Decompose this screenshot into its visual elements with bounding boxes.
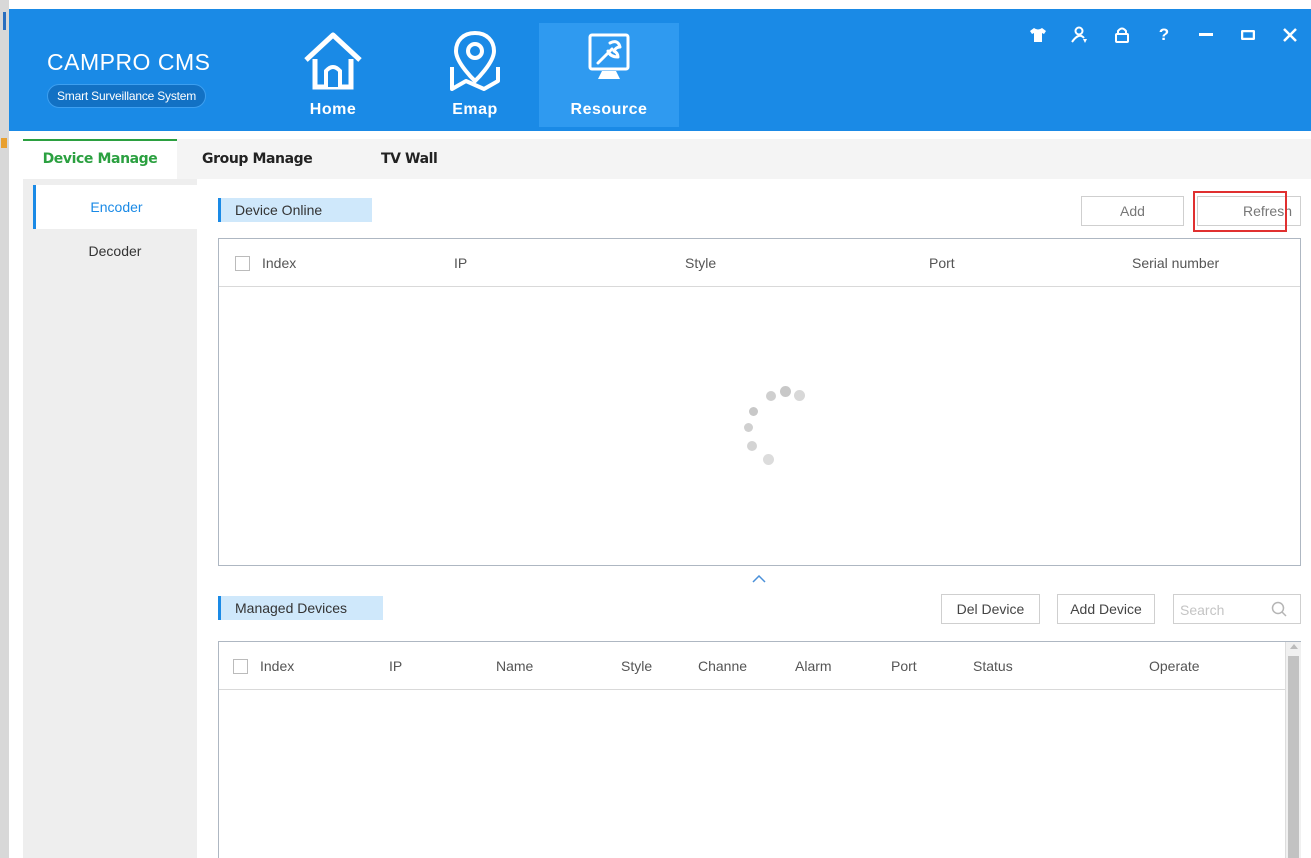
column-header[interactable]: Alarm xyxy=(795,642,832,690)
managed-devices-table: Index IP Name Style Channe Alarm Port St… xyxy=(218,641,1301,858)
home-icon xyxy=(304,32,362,90)
del-device-button[interactable]: Del Device xyxy=(941,594,1040,624)
vertical-scrollbar[interactable] xyxy=(1285,642,1301,858)
nav-resource[interactable]: Resource xyxy=(539,23,679,127)
add-device-button[interactable]: Add Device xyxy=(1057,594,1155,624)
nav-emap[interactable]: Emap xyxy=(405,23,545,127)
select-all-checkbox[interactable] xyxy=(235,256,250,271)
minimize-icon[interactable] xyxy=(1185,21,1227,49)
side-item-encoder[interactable]: Encoder xyxy=(33,185,197,229)
column-header[interactable]: Index xyxy=(260,642,294,690)
close-icon[interactable] xyxy=(1269,21,1311,49)
column-header[interactable]: Port xyxy=(891,642,917,690)
app-header: CAMPRO CMS Smart Surveillance System Hom… xyxy=(9,9,1311,131)
skin-shirt-icon[interactable] xyxy=(1017,21,1059,49)
column-header[interactable]: Channe xyxy=(698,642,747,690)
taskbar-marker xyxy=(1,138,7,148)
side-item-decoder[interactable]: Decoder xyxy=(33,229,197,273)
column-header[interactable]: Name xyxy=(496,642,533,690)
search-box[interactable] xyxy=(1173,594,1301,624)
column-header[interactable]: Index xyxy=(262,239,296,287)
device-online-table-header: Index IP Style Port Serial number xyxy=(219,239,1300,287)
maximize-icon[interactable] xyxy=(1227,21,1269,49)
scroll-up-icon[interactable] xyxy=(1290,644,1298,649)
column-header[interactable]: Port xyxy=(929,239,955,287)
help-icon[interactable]: ? xyxy=(1143,21,1185,49)
column-header[interactable]: IP xyxy=(389,642,402,690)
app-subtitle: Smart Surveillance System xyxy=(47,84,207,108)
device-online-title: Device Online xyxy=(218,198,372,222)
managed-devices-title: Managed Devices xyxy=(218,596,383,620)
column-header[interactable]: Serial number xyxy=(1132,239,1219,287)
add-button[interactable]: Add xyxy=(1081,196,1184,226)
column-header[interactable]: IP xyxy=(454,239,467,287)
column-header[interactable]: Style xyxy=(621,642,652,690)
select-all-checkbox[interactable] xyxy=(233,659,248,674)
refresh-highlight-box xyxy=(1193,191,1287,232)
nav-emap-label: Emap xyxy=(452,101,498,118)
tab-device-manage[interactable]: Device Manage xyxy=(23,139,177,179)
column-header[interactable]: Operate xyxy=(1149,642,1200,690)
tab-tv-wall[interactable]: TV Wall xyxy=(381,139,438,179)
brand: CAMPRO CMS Smart Surveillance System xyxy=(47,49,210,108)
managed-devices-table-header: Index IP Name Style Channe Alarm Port St… xyxy=(219,642,1300,690)
window-left-edge xyxy=(0,0,9,858)
collapse-up-icon[interactable] xyxy=(750,570,768,584)
window-controls: ? xyxy=(1017,21,1311,49)
nav-home-label: Home xyxy=(309,101,357,118)
tab-group-manage[interactable]: Group Manage xyxy=(202,139,313,179)
side-nav: Encoder Decoder xyxy=(23,179,197,858)
app-title: CAMPRO CMS xyxy=(47,49,211,75)
search-icon[interactable] xyxy=(1271,601,1288,618)
loading-spinner xyxy=(735,380,815,470)
user-switch-icon[interactable] xyxy=(1059,21,1101,49)
column-header[interactable]: Status xyxy=(973,642,1013,690)
search-input[interactable] xyxy=(1180,600,1270,620)
map-pin-icon xyxy=(450,30,500,91)
taskbar-marker xyxy=(3,12,6,30)
wrench-monitor-icon xyxy=(588,33,630,79)
scrollbar-thumb[interactable] xyxy=(1288,656,1299,858)
lock-icon[interactable] xyxy=(1101,21,1143,49)
nav-home[interactable]: Home xyxy=(263,23,403,127)
tab-bar: Device Manage Group Manage TV Wall xyxy=(23,139,1311,179)
nav-resource-label: Resource xyxy=(570,101,648,118)
column-header[interactable]: Style xyxy=(685,239,716,287)
